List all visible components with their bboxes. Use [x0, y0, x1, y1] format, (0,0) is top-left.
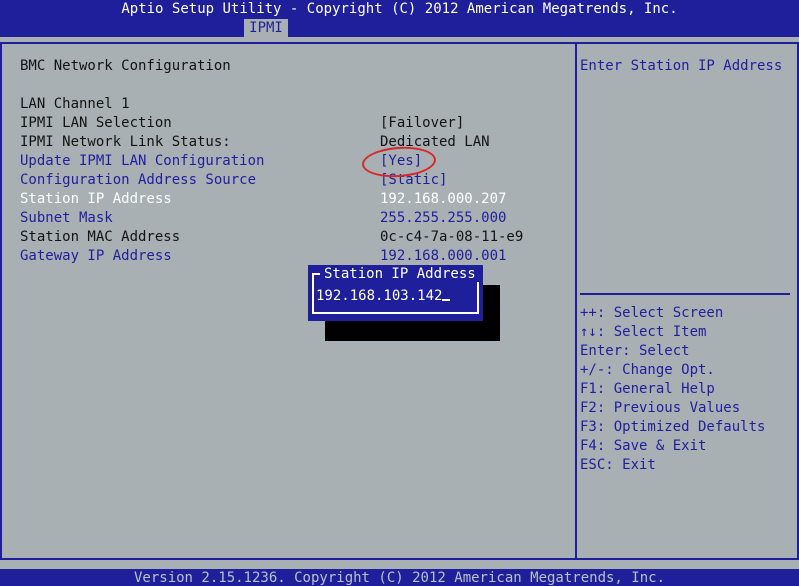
setting-label-station-ip[interactable]: Station IP Address [20, 191, 172, 207]
setting-value-ipmi-lan-selection: [Failover] [380, 115, 465, 131]
station-ip-dialog: Station IP Address 192.168.103.142 [308, 265, 483, 321]
frame-bottom-line [0, 558, 799, 560]
setting-value-gateway-ip[interactable]: 192.168.000.001 [380, 248, 506, 264]
station-ip-input-value: 192.168.103.142 [316, 288, 443, 304]
text-cursor [442, 287, 451, 301]
key-hint-general-help: F1: General Help [580, 381, 715, 397]
setting-label-gateway-ip[interactable]: Gateway IP Address [20, 248, 172, 264]
frame-top-line [0, 42, 799, 44]
setting-label-update-lan-config[interactable]: Update IPMI LAN Configuration [20, 153, 264, 169]
setting-value-mac-address: 0c-c4-7a-08-11-e9 [380, 229, 524, 245]
help-text: Enter Station IP Address [580, 58, 783, 74]
dialog-title: Station IP Address [320, 266, 480, 282]
setting-label-mac-address: Station MAC Address [20, 229, 181, 245]
key-hint-select-screen: ++: Select Screen [580, 305, 724, 321]
key-hint-change-opt: +/-: Change Opt. [580, 362, 715, 378]
setting-label-address-source[interactable]: Configuration Address Source [20, 172, 256, 188]
help-separator-line [580, 293, 790, 295]
setting-value-subnet-mask[interactable]: 255.255.255.000 [380, 210, 506, 226]
setting-label-link-status: IPMI Network Link Status: [20, 134, 231, 150]
key-hint-optimized-defaults: F3: Optimized Defaults [580, 419, 766, 435]
key-hint-exit: ESC: Exit [580, 457, 656, 473]
app-title: Aptio Setup Utility - Copyright (C) 2012… [121, 1, 678, 17]
key-hint-enter: Enter: Select [580, 343, 690, 359]
section-title: BMC Network Configuration [20, 58, 231, 74]
frame-left-line [0, 42, 2, 560]
tab-ipmi[interactable]: IPMI [244, 19, 288, 37]
key-hint-select-item: ↑↓: Select Item [580, 324, 707, 340]
setting-label-subnet-mask[interactable]: Subnet Mask [20, 210, 113, 226]
setting-label-ipmi-lan-selection: IPMI LAN Selection [20, 115, 172, 131]
station-ip-input[interactable]: 192.168.103.142 [316, 287, 451, 304]
key-hint-save-exit: F4: Save & Exit [580, 438, 707, 454]
key-hint-previous-values: F2: Previous Values [580, 400, 741, 416]
setting-value-station-ip[interactable]: 192.168.000.207 [380, 191, 506, 207]
lan-channel-label: LAN Channel 1 [20, 96, 130, 112]
version-text: Version 2.15.1236. Copyright (C) 2012 Am… [133, 570, 665, 586]
frame-divider-line [575, 42, 577, 560]
